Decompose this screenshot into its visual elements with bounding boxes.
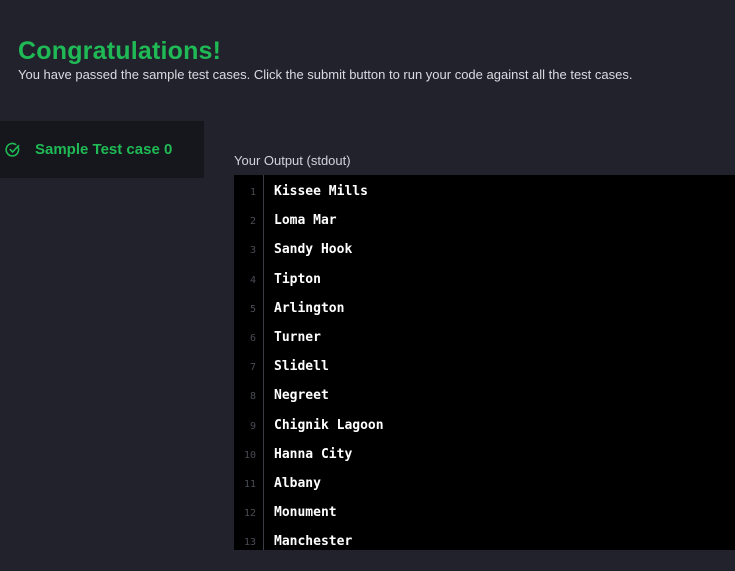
line-text: Slidell: [274, 359, 329, 375]
line-number: 13: [243, 537, 256, 549]
line-number: 4: [249, 274, 256, 286]
output-line: 12 Monument: [234, 501, 735, 530]
line-number: 1: [249, 187, 256, 198]
line-text: Loma Mar: [274, 213, 337, 229]
page-title: Congratulations!: [18, 37, 222, 65]
line-text: Arlington: [274, 300, 345, 316]
line-number: 8: [249, 391, 256, 403]
output-line: 8 Negreet: [234, 384, 735, 413]
line-number: 12: [243, 508, 256, 520]
line-text: Albany: [274, 476, 321, 491]
line-text: Kissee Mills: [274, 184, 368, 199]
page-subtitle: You have passed the sample test cases. C…: [18, 67, 633, 82]
line-number: 5: [249, 303, 256, 315]
output-line: 9 Chignik Lagoon: [234, 414, 735, 443]
output-line: 6 Turner: [234, 326, 735, 355]
line-number: 7: [249, 362, 256, 374]
output-line: 13 Manchester: [234, 530, 735, 550]
output-line: 7 Slidell: [234, 355, 735, 384]
testcase-label: Sample Test case 0: [35, 141, 173, 158]
output-panel[interactable]: 1 Kissee Mills 2 Loma Mar 3 Sandy Hook 4 Tipton…: [234, 175, 735, 550]
line-text: Turner: [274, 330, 321, 345]
line-text: Chignik Lagoon: [274, 417, 384, 433]
output-line: 1 Kissee Mills: [234, 180, 735, 209]
line-number: 2: [249, 216, 256, 228]
output-line: 10 Hanna City: [234, 443, 735, 472]
line-number: 9: [249, 420, 256, 432]
line-number: 6: [249, 333, 256, 344]
output-label: Your Output (stdout): [234, 153, 351, 168]
output-line: 5 Arlington: [234, 297, 735, 326]
line-text: Sandy Hook: [274, 242, 353, 258]
output-line: 11 Albany: [234, 472, 735, 501]
line-text: Hanna City: [274, 446, 353, 462]
line-number: 3: [249, 245, 256, 257]
line-text: Negreet: [274, 388, 329, 404]
line-text: Monument: [274, 505, 337, 521]
output-line: 3 Sandy Hook: [234, 238, 735, 267]
line-number: 10: [243, 449, 256, 461]
line-number: 11: [243, 479, 256, 490]
tab-sample-test-case-0[interactable]: Sample Test case 0: [0, 121, 204, 178]
line-text: Manchester: [274, 534, 353, 550]
line-text: Tipton: [274, 271, 321, 287]
output-line: 4 Tipton: [234, 268, 735, 297]
check-circle-icon: [5, 142, 21, 158]
output-line: 2 Loma Mar: [234, 209, 735, 238]
